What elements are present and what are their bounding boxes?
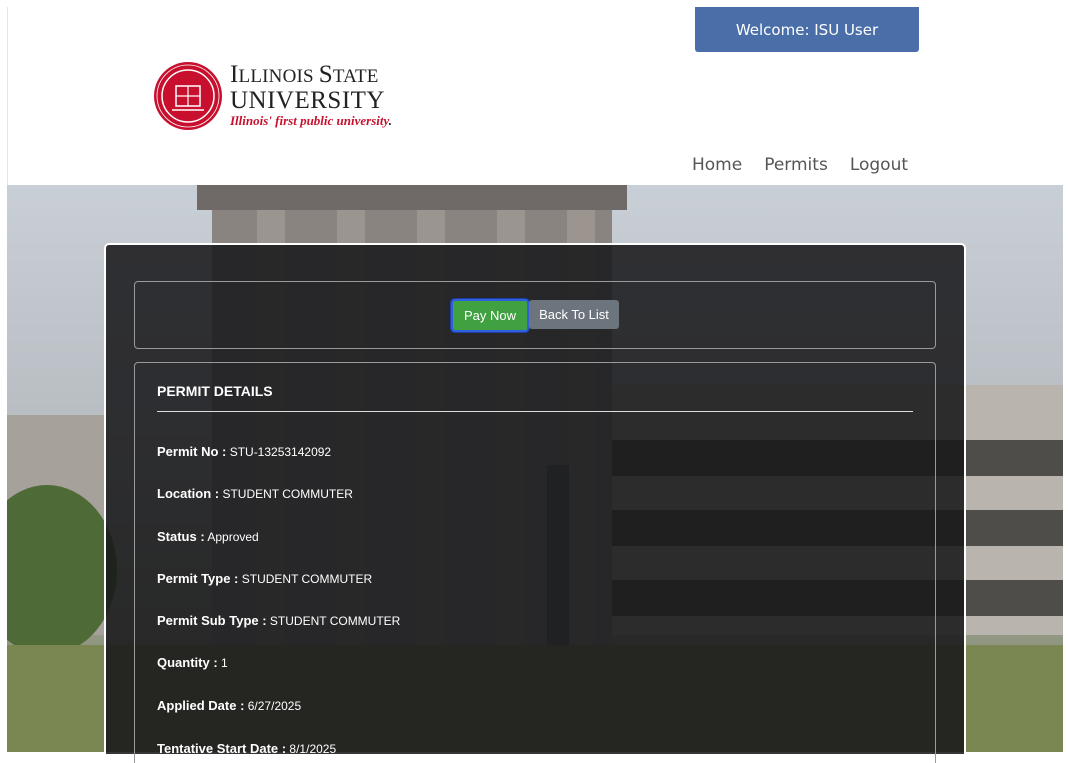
nav-permits-link[interactable]: Permits [764,155,828,175]
permit-sub-type-value: STUDENT COMMUTER [269,614,401,628]
quantity-row: Quantity : 1 [157,655,228,670]
title-divider [157,411,913,412]
applied-date-value: 6/27/2025 [247,699,302,713]
logo-wordmark: ILLINOIS STATE UNIVERSITY Illinois' firs… [230,62,392,130]
permit-no-row: Permit No : STU-13253142092 [157,444,331,459]
quantity-value: 1 [221,656,228,670]
nav-home-link[interactable]: Home [692,155,742,175]
quantity-label: Quantity : [157,655,218,670]
status-value: Approved [207,530,259,544]
location-row: Location : STUDENT COMMUTER [157,486,353,501]
permit-details-panel: PERMIT DETAILS Permit No : STU-132531420… [134,362,936,763]
logo-line-1: ILLINOIS STATE [230,61,379,88]
action-bar: Pay Now Back To List [134,281,936,349]
permit-no-value: STU-13253142092 [229,445,332,459]
status-label: Status : [157,529,205,544]
location-label: Location : [157,486,220,501]
permit-type-row: Permit Type : STUDENT COMMUTER [157,571,372,586]
permit-type-value: STUDENT COMMUTER [241,572,373,586]
permit-sub-type-row: Permit Sub Type : STUDENT COMMUTER [157,613,400,628]
tentative-start-date-label: Tentative Start Date : [157,741,287,756]
nav-logout-link[interactable]: Logout [850,155,908,175]
permit-type-label: Permit Type : [157,571,239,586]
permit-no-label: Permit No : [157,444,227,459]
applied-date-label: Applied Date : [157,698,245,713]
tentative-start-date-row: Tentative Start Date : 8/1/2025 [157,741,336,756]
status-row: Status : Approved [157,529,259,544]
pay-now-button[interactable]: Pay Now [451,299,529,332]
main-nav: Home Permits Logout [692,155,908,175]
location-value: STUDENT COMMUTER [222,487,353,501]
tentative-start-date-value: 8/1/2025 [289,742,337,756]
permit-sub-type-label: Permit Sub Type : [157,613,267,628]
permit-card: Pay Now Back To List PERMIT DETAILS Perm… [104,243,966,763]
logo-line-2: UNIVERSITY [230,87,385,114]
university-logo[interactable]: ILLINOIS STATE UNIVERSITY Illinois' firs… [152,60,442,132]
applied-date-row: Applied Date : 6/27/2025 [157,698,301,713]
logo-tagline: Illinois' first public university. [230,113,393,128]
university-seal-icon [154,62,222,130]
permit-details-title: PERMIT DETAILS [157,383,273,399]
welcome-badge: Welcome: ISU User [695,7,919,52]
back-to-list-button[interactable]: Back To List [529,300,619,329]
welcome-text: Welcome: ISU User [735,20,879,39]
